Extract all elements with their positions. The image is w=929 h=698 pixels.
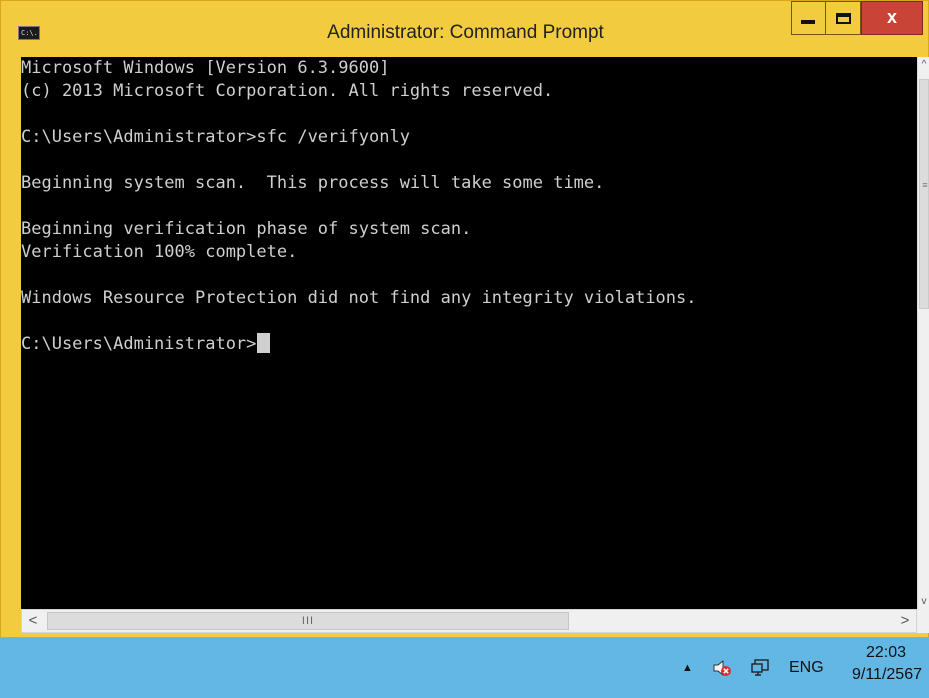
scroll-left-arrow-icon[interactable]: <	[22, 610, 44, 632]
console-line: (c) 2013 Microsoft Corporation. All righ…	[21, 81, 554, 101]
console-line: Microsoft Windows [Version 6.3.9600]	[21, 58, 390, 78]
clock-date[interactable]: 9/11/2567	[845, 666, 929, 684]
vertical-scrollbar[interactable]: ^ ≡ v	[917, 57, 929, 609]
scroll-down-arrow-icon[interactable]: v	[918, 596, 929, 607]
console-line: Beginning verification phase of system s…	[21, 219, 472, 239]
clock-time[interactable]: 22:03	[866, 644, 906, 662]
scroll-up-arrow-icon[interactable]: ^	[918, 59, 929, 70]
vertical-scroll-thumb[interactable]: ≡	[919, 79, 929, 309]
scrollbar-corner	[917, 609, 929, 633]
minimize-button[interactable]	[791, 1, 825, 35]
text-cursor	[257, 333, 271, 353]
console-line: C:\Users\Administrator>	[21, 333, 697, 356]
show-hidden-icons-icon[interactable]: ▲	[682, 662, 693, 674]
console-line: Windows Resource Protection did not find…	[21, 288, 697, 308]
title-bar[interactable]: C:\. Administrator: Command Prompt x	[1, 1, 929, 43]
input-language-indicator[interactable]: ENG	[789, 659, 824, 677]
horizontal-scrollbar[interactable]: < III >	[21, 609, 917, 633]
scroll-right-arrow-icon[interactable]: >	[894, 610, 916, 632]
taskbar: ▲ ENG 22:03 9/11/2567	[0, 640, 929, 698]
maximize-icon	[836, 13, 851, 24]
minimize-icon	[801, 20, 815, 24]
console-text: Microsoft Windows [Version 6.3.9600] (c) …	[21, 57, 697, 356]
console-line: Verification 100% complete.	[21, 242, 298, 262]
console-line: Beginning system scan. This process will…	[21, 173, 605, 193]
window-title: Administrator: Command Prompt	[327, 22, 604, 43]
console-output[interactable]: Microsoft Windows [Version 6.3.9600] (c) …	[21, 57, 917, 609]
scroll-grip-icon: ≡	[922, 180, 928, 190]
close-icon: x	[886, 7, 897, 27]
maximize-button[interactable]	[825, 1, 861, 35]
horizontal-scroll-thumb[interactable]: III	[47, 612, 569, 630]
network-icon[interactable]	[751, 658, 771, 678]
close-button[interactable]: x	[861, 1, 923, 35]
speaker-muted-icon[interactable]	[712, 658, 732, 678]
scroll-grip-icon: III	[301, 615, 315, 627]
command-prompt-window: C:\. Administrator: Command Prompt x Mic…	[0, 0, 929, 638]
console-line: C:\Users\Administrator>sfc /verifyonly	[21, 127, 410, 147]
